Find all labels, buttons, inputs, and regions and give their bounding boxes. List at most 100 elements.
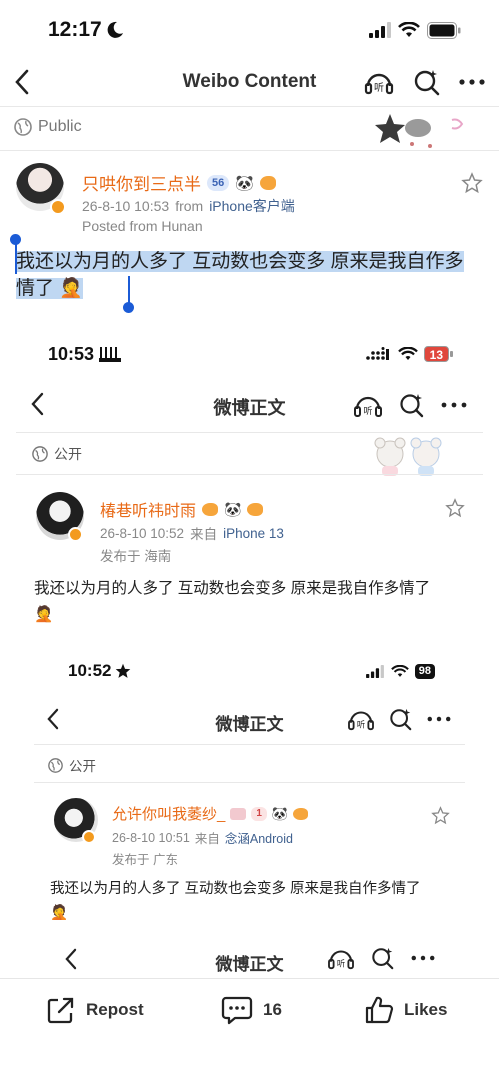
like-button[interactable]: Likes <box>364 995 447 1025</box>
moon-icon <box>107 21 123 38</box>
post-content[interactable]: 我还以为月的人多了 互动数也会变多 原来是我自作多情了 🤦 <box>16 248 482 302</box>
shot1-search-icon[interactable] <box>399 392 425 418</box>
post-source[interactable]: iPhone客户端 <box>209 196 295 216</box>
svg-text:听: 听 <box>363 406 372 417</box>
shot1-verified-badge <box>68 527 83 542</box>
shot3-search-icon[interactable] <box>371 946 395 970</box>
post-location: Posted from Hunan <box>82 218 203 234</box>
shot2-battery-level: 98 <box>414 663 435 679</box>
fish-badge-icon <box>259 175 276 190</box>
shot2-emoji-icon: 🤦 <box>50 905 69 921</box>
comment-icon <box>221 996 253 1025</box>
shot1-fish-icon <box>202 502 219 516</box>
comment-count: 16 <box>263 1000 282 1019</box>
svg-text:听: 听 <box>374 82 384 94</box>
shot2-fish-badge-icon <box>293 807 309 820</box>
globe-icon <box>14 118 32 136</box>
status-time-text: 12:17 <box>48 18 102 41</box>
shot3-nav-actions: 听 <box>327 946 435 970</box>
shot2-nav: 微博正文 听 <box>0 700 499 738</box>
shot1-globe-icon <box>32 446 48 462</box>
shot2-visibility-row: 公开 <box>48 755 96 775</box>
shot1-status-icons: 13 <box>365 346 453 362</box>
shot1-nav-actions: 听 <box>353 392 467 418</box>
svg-text:听: 听 <box>357 719 365 729</box>
shot1-time: 10:53 <box>48 344 122 365</box>
shot2-meta-row: 26-8-10 10:51 来自 念涵Android <box>112 828 293 847</box>
shot2-content[interactable]: 我还以为月的人多了 互动数也会变多 原来是我自作多情了 🤦 <box>50 877 460 925</box>
shot2-more-icon[interactable] <box>427 715 451 723</box>
post-username-row: 只哄你到三点半 56 🐼 <box>82 170 276 195</box>
shot1-visibility-divider <box>16 474 483 475</box>
shot2-time: 10:52 <box>68 661 131 681</box>
shot2-text: 我还以为月的人多了 互动数也会变多 原来是我自作多情了 <box>50 881 421 897</box>
shot1-signal-icon <box>365 347 389 360</box>
app-logo-icon <box>99 347 122 362</box>
shot1-battery-level: 13 <box>423 346 449 362</box>
shot2-status-bar: 10:52 98 <box>0 658 499 684</box>
battery-icon <box>427 21 461 39</box>
shot2-favorite-star-icon[interactable] <box>431 806 450 825</box>
shot2-visibility-divider <box>34 782 465 783</box>
shot1-location: 发布于 海南 <box>100 549 172 564</box>
shot2-wifi-icon <box>390 664 409 677</box>
likes-label: Likes <box>404 1000 448 1019</box>
shot1-source[interactable]: iPhone 13 <box>223 526 284 541</box>
svg-text:听: 听 <box>337 958 345 968</box>
shot1-timestamp: 26-8-10 10:52 <box>100 525 185 541</box>
shot1-bear-sticker <box>374 437 442 476</box>
wifi-icon <box>398 22 420 37</box>
post-meta-row: 26-8-10 10:53 from iPhone客户端 <box>82 196 295 216</box>
shot1-nav-divider <box>16 432 483 433</box>
shot3-nav: 微博正文 听 <box>0 940 499 978</box>
shot1-visibility-label: 公开 <box>54 446 82 462</box>
shot2-username[interactable]: 允许你叫我萎纱_ <box>112 803 225 824</box>
repost-button[interactable]: Repost <box>46 995 144 1025</box>
thumbs-up-icon <box>365 996 394 1024</box>
search-sparkle-icon[interactable] <box>413 68 441 96</box>
level-badge: 56 <box>207 174 230 191</box>
shot3-listen-icon[interactable]: 听 <box>327 946 355 970</box>
shot1-from-prefix: 来自 <box>190 527 218 542</box>
emoji-icon: 🤦 <box>54 278 83 299</box>
star-status-icon <box>116 663 131 678</box>
repost-icon <box>47 997 74 1024</box>
shot1-time-text: 10:53 <box>48 343 95 364</box>
shot2-visibility-label: 公开 <box>69 759 96 774</box>
shot1-username[interactable]: 椿巷听祎时雨 <box>100 497 196 521</box>
post-username[interactable]: 只哄你到三点半 <box>82 170 201 195</box>
visibility-row: Public <box>14 118 82 136</box>
shot1-listen-icon[interactable]: 听 <box>353 392 383 418</box>
bottom-action-bar: Repost 16 Likes <box>0 978 499 1080</box>
shot2-status-icons: 98 <box>365 663 435 679</box>
shot2-globe-icon <box>48 757 63 773</box>
repost-label: Repost <box>86 1000 144 1019</box>
shot1-content[interactable]: 我还以为月的人多了 互动数也会变多 原来是我自作多情了 🤦 <box>34 576 474 628</box>
shot1-more-icon[interactable] <box>441 401 467 409</box>
nav-divider <box>0 106 499 107</box>
shot1-panda-icon: 🐼 <box>224 500 242 517</box>
shot2-timestamp: 26-8-10 10:51 <box>112 830 190 845</box>
panda-icon: 🐼 <box>235 174 254 192</box>
shot1-favorite-star-icon[interactable] <box>445 498 465 518</box>
signal-icon <box>369 22 391 38</box>
shot2-verified-badge <box>82 830 96 844</box>
shot1-visibility-row: 公开 <box>32 444 82 464</box>
selection-caret-start <box>15 244 17 274</box>
post-timestamp: 26-8-10 10:53 <box>82 198 170 214</box>
status-bar: 12:17 <box>0 14 499 46</box>
shot2-source[interactable]: 念涵Android <box>225 828 293 847</box>
favorite-star-icon[interactable] <box>461 172 483 194</box>
listen-icon[interactable]: 听 <box>363 68 395 96</box>
status-icons <box>369 21 461 39</box>
shot2-search-icon[interactable] <box>389 707 413 731</box>
comment-button[interactable]: 16 <box>221 995 282 1025</box>
shot1-status-bar: 10:53 13 <box>0 340 499 368</box>
shot2-badge-icon <box>230 807 247 820</box>
shot2-level-badge: 1 <box>251 806 267 821</box>
shot2-listen-icon[interactable]: 听 <box>347 707 375 731</box>
shot1-wifi-icon <box>397 347 418 360</box>
shot3-more-icon[interactable] <box>411 954 435 962</box>
more-icon[interactable] <box>459 78 485 86</box>
selection-handle-end[interactable] <box>123 302 134 313</box>
